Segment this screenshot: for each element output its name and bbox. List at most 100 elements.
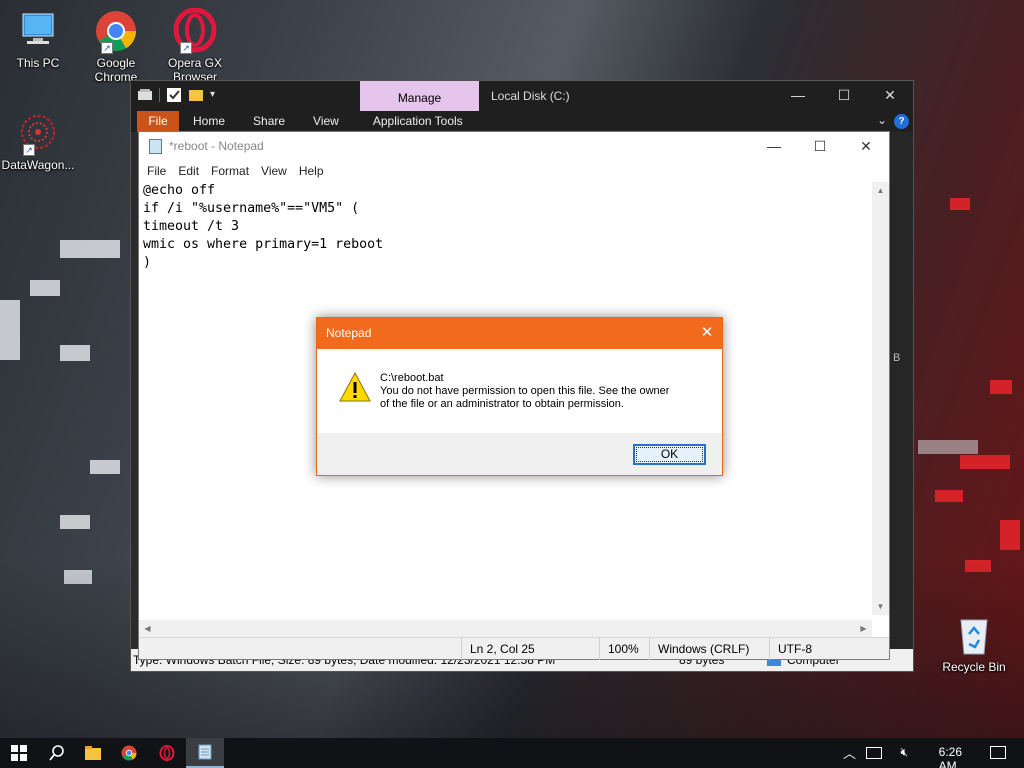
message-line: of the file or an administrator to obtai… <box>380 398 624 410</box>
warning-icon <box>338 371 372 403</box>
close-icon[interactable]: ✕ <box>843 132 889 160</box>
chevron-down-icon[interactable]: ▾ <box>210 87 220 103</box>
dialog-message: C:\reboot.bat You do not have permission… <box>380 372 669 411</box>
explorer-right-pane: B <box>889 132 913 649</box>
help-icon[interactable]: ? <box>894 114 909 129</box>
search-icon <box>49 745 64 761</box>
wallpaper-block <box>30 280 60 296</box>
wallpaper-block <box>990 380 1012 394</box>
folder-icon[interactable] <box>188 87 204 103</box>
desktop-icon-chrome[interactable]: ↗ Google Chrome <box>78 8 154 84</box>
menu-view[interactable]: View <box>255 164 293 178</box>
scroll-down-icon[interactable]: ▼ <box>872 598 889 615</box>
wallpaper-block <box>960 455 1010 469</box>
desktop-icon-label: DataWagon... <box>1 158 75 172</box>
scroll-left-icon[interactable]: ◀ <box>139 620 156 637</box>
wallpaper-block <box>935 490 963 502</box>
shortcut-arrow-icon: ↗ <box>180 42 192 54</box>
search-button[interactable] <box>38 738 76 768</box>
wallpaper-block <box>950 198 970 210</box>
clock-time[interactable]: 6:26 AM <box>939 745 962 768</box>
explorer-title-bar: ▾ Manage Local Disk (C:) — ☐ ✕ <box>131 81 913 111</box>
status-cursor-position: Ln 2, Col 25 <box>461 638 535 660</box>
this-pc-icon <box>15 8 61 54</box>
tab-view[interactable]: View <box>299 111 353 132</box>
menu-help[interactable]: Help <box>293 164 330 178</box>
taskbar-notepad[interactable] <box>186 738 224 768</box>
maximize-icon[interactable]: ☐ <box>797 132 843 160</box>
notepad-icon <box>149 139 162 154</box>
scroll-up-icon[interactable]: ▲ <box>872 182 889 199</box>
error-dialog: Notepad ✕ C:\reboot.bat You do not have … <box>316 317 723 476</box>
minimize-icon[interactable]: — <box>775 81 821 111</box>
opera-gx-icon <box>159 745 175 761</box>
menu-edit[interactable]: Edit <box>172 164 205 178</box>
vertical-scrollbar[interactable]: ▲ ▼ <box>872 182 889 615</box>
windows-icon <box>11 745 27 761</box>
dialog-footer: OK <box>317 433 722 475</box>
tab-manage[interactable]: Manage <box>360 81 479 111</box>
wallpaper-block <box>1000 520 1020 550</box>
datawagon-icon: ↗ <box>15 110 61 156</box>
start-button[interactable] <box>0 738 38 768</box>
wallpaper-block <box>60 240 120 258</box>
dialog-body: C:\reboot.bat You do not have permission… <box>317 349 722 433</box>
chevron-up-icon[interactable]: ︿ <box>843 743 856 762</box>
maximize-icon[interactable]: ☐ <box>821 81 867 111</box>
folder-icon <box>85 746 101 760</box>
notifications-icon[interactable] <box>990 746 1006 759</box>
window-controls: — ☐ ✕ <box>751 132 889 160</box>
desktop-icon-this-pc[interactable]: This PC <box>0 8 76 70</box>
ribbon-tabs: File Home Share View Application Tools ⌄… <box>131 111 913 132</box>
shortcut-arrow-icon: ↗ <box>23 144 35 156</box>
desktop-icon-label: Recycle Bin <box>942 660 1006 674</box>
desktop-icon-opera-gx[interactable]: ↗ Opera GX Browser <box>157 7 233 84</box>
desktop-icon-recycle-bin[interactable]: Recycle Bin <box>936 612 1012 674</box>
taskbar-chrome[interactable] <box>110 738 148 768</box>
taskbar: ︿ 🔇︎ 6:26 AM <box>0 738 1024 768</box>
status-zoom: 100% <box>599 638 639 660</box>
ok-button[interactable]: OK <box>633 444 706 465</box>
notepad-icon <box>198 744 212 760</box>
checkmark-icon[interactable] <box>166 87 182 103</box>
dialog-title: Notepad <box>326 326 372 340</box>
close-icon[interactable]: ✕ <box>692 318 722 349</box>
toolbar-separator <box>159 88 160 102</box>
file-path: C:\reboot.bat <box>380 372 444 384</box>
desktop-icon-label: This PC <box>16 56 60 70</box>
volume-muted-icon[interactable]: 🔇︎ <box>900 745 908 760</box>
window-title: Local Disk (C:) <box>491 89 570 103</box>
wallpaper-block <box>60 345 90 361</box>
message-line: You do not have permission to open this … <box>380 385 670 397</box>
wallpaper-block <box>90 460 120 474</box>
wallpaper-block <box>0 300 20 360</box>
notepad-title-bar: *reboot - Notepad — ☐ ✕ <box>139 132 889 160</box>
taskbar-opera-gx[interactable] <box>148 738 186 768</box>
minimize-icon[interactable]: — <box>751 132 797 160</box>
taskbar-file-explorer[interactable] <box>74 738 112 768</box>
tab-application-tools[interactable]: Application Tools <box>359 111 477 132</box>
tab-home[interactable]: Home <box>179 111 239 132</box>
chrome-icon <box>121 745 137 761</box>
chrome-icon: ↗ <box>93 8 139 54</box>
dialog-title-bar: Notepad ✕ <box>317 318 722 349</box>
tab-file[interactable]: File <box>137 111 179 132</box>
quick-access-toolbar: ▾ <box>137 87 220 103</box>
desktop-icon-datawagon[interactable]: ↗ DataWagon... <box>0 110 76 172</box>
notepad-status-bar: Ln 2, Col 25 100% Windows (CRLF) UTF-8 <box>139 637 889 660</box>
menu-format[interactable]: Format <box>205 164 255 178</box>
properties-icon[interactable] <box>137 87 153 103</box>
pane-fragment: B <box>893 352 901 364</box>
recycle-bin-icon <box>951 612 997 658</box>
wallpaper-block <box>918 440 978 454</box>
menu-file[interactable]: File <box>141 164 172 178</box>
wallpaper-block <box>60 515 90 529</box>
scroll-right-icon[interactable]: ▶ <box>855 620 872 637</box>
network-icon[interactable] <box>866 747 882 759</box>
chevron-down-icon[interactable]: ⌄ <box>877 113 887 127</box>
shortcut-arrow-icon: ↗ <box>101 42 113 54</box>
close-icon[interactable]: ✕ <box>867 81 913 111</box>
tab-share[interactable]: Share <box>239 111 299 132</box>
window-title: *reboot - Notepad <box>169 139 264 153</box>
horizontal-scrollbar[interactable]: ◀ ▶ <box>139 620 872 637</box>
